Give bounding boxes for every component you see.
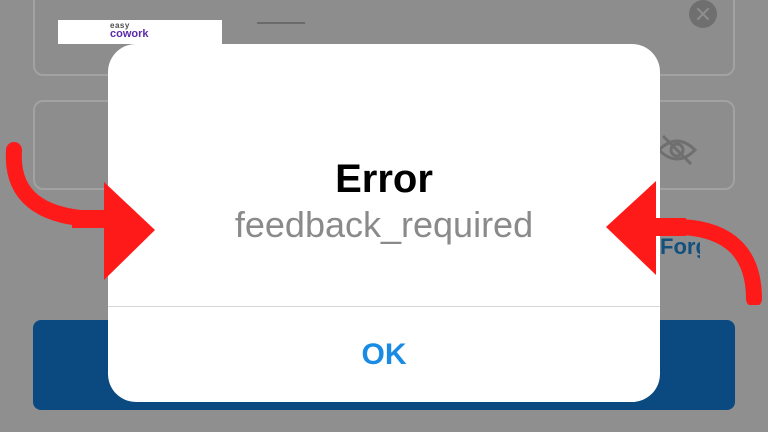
error-dialog: Error feedback_required OK (108, 44, 660, 402)
arrow-right-icon (5, 142, 155, 280)
logo: easy cowork (58, 20, 222, 44)
dialog-message: feedback_required (234, 204, 534, 245)
dialog-title: Error (335, 157, 433, 201)
clear-icon[interactable] (689, 0, 717, 28)
arrow-left-icon (606, 181, 762, 305)
text-cursor (257, 22, 305, 24)
ok-button[interactable]: OK (108, 307, 660, 402)
logo-main-text: cowork (110, 28, 149, 40)
eye-slash-icon[interactable] (655, 128, 699, 172)
